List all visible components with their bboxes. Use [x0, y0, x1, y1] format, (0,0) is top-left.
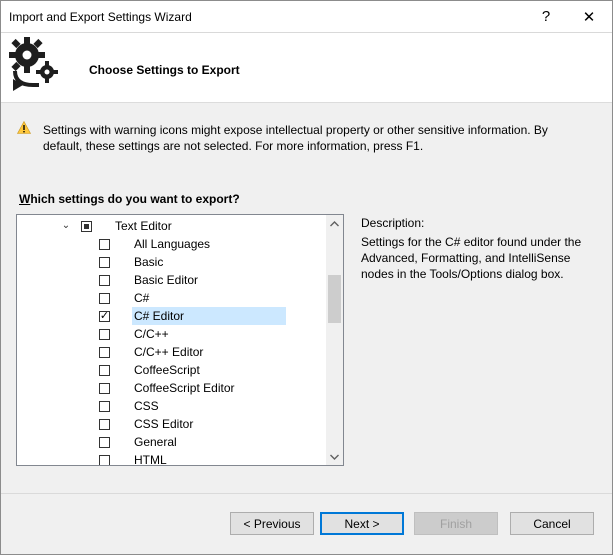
checkbox[interactable]: [99, 275, 110, 286]
tree-item[interactable]: C#: [17, 289, 325, 307]
checkbox[interactable]: [99, 401, 110, 412]
tree-node-text-editor[interactable]: ⌄ Text Editor: [17, 217, 325, 235]
scroll-up-arrow-icon[interactable]: [326, 215, 343, 232]
checkmark-icon: ✓: [99, 309, 110, 322]
tree-item-label: Basic: [134, 255, 164, 269]
collapse-chevron-icon[interactable]: ⌄: [61, 221, 71, 231]
checkbox[interactable]: [99, 329, 110, 340]
tree-item[interactable]: CoffeeScript Editor: [17, 379, 325, 397]
checkbox[interactable]: [99, 419, 110, 430]
cancel-button[interactable]: Cancel: [510, 512, 594, 535]
checkbox[interactable]: [99, 383, 110, 394]
tree-item-label: CSS Editor: [134, 417, 194, 431]
tree-item-label: C#: [134, 291, 150, 305]
checked-checkbox[interactable]: ✓: [99, 309, 110, 322]
tree-item[interactable]: CSS: [17, 397, 325, 415]
settings-tree[interactable]: ⌄ Text Editor All Languages Basic Basic Ed…: [16, 214, 344, 466]
footer-divider: [1, 493, 612, 494]
tree-item-label: General: [134, 435, 177, 449]
checkbox[interactable]: [99, 257, 110, 268]
scroll-down-arrow-icon[interactable]: [326, 448, 343, 465]
tree-item-label: Basic Editor: [134, 273, 199, 287]
header-banner: Choose Settings to Export: [1, 33, 612, 103]
checkbox[interactable]: [99, 437, 110, 448]
page-title: Choose Settings to Export: [89, 63, 240, 77]
next-button[interactable]: Next >: [320, 512, 404, 535]
tree-item-label: CoffeeScript Editor: [134, 381, 235, 395]
finish-button[interactable]: Finish: [414, 512, 498, 535]
tree-item-label: C/C++ Editor: [134, 345, 204, 359]
scrollbar-thumb[interactable]: [328, 275, 341, 323]
settings-question-label: Which settings do you want to export?: [19, 192, 240, 206]
window-title: Import and Export Settings Wizard: [9, 10, 192, 24]
checkbox[interactable]: [99, 455, 110, 465]
tree-item[interactable]: General: [17, 433, 325, 451]
help-button[interactable]: ?: [526, 1, 566, 32]
tree-item[interactable]: C/C++: [17, 325, 325, 343]
tree-item[interactable]: All Languages: [17, 235, 325, 253]
warning-icon: [17, 121, 31, 134]
tree-item-label: C/C++: [134, 327, 169, 341]
tree-rows: ⌄ Text Editor All Languages Basic Basic Ed…: [17, 217, 325, 466]
checkbox[interactable]: [99, 293, 110, 304]
vertical-scrollbar[interactable]: [326, 215, 343, 465]
gears-export-icon: [9, 37, 58, 91]
checkbox[interactable]: [99, 347, 110, 358]
close-button[interactable]: ✕: [566, 1, 612, 32]
title-bar[interactable]: Import and Export Settings Wizard ? ✕: [1, 1, 612, 33]
checkbox[interactable]: [99, 239, 110, 250]
tree-item[interactable]: ✓ C# Editor: [17, 307, 325, 325]
checkbox[interactable]: [99, 365, 110, 376]
question-text: hich settings do you want to export?: [30, 192, 240, 206]
tree-item-label: CSS: [134, 399, 159, 413]
tree-item[interactable]: Basic Editor: [17, 271, 325, 289]
tree-item[interactable]: CSS Editor: [17, 415, 325, 433]
warning-message: Settings with warning icons might expose…: [43, 123, 548, 153]
tree-item[interactable]: Basic: [17, 253, 325, 271]
previous-button[interactable]: < Previous: [230, 512, 314, 535]
tree-item[interactable]: C/C++ Editor: [17, 343, 325, 361]
tree-item-label: All Languages: [134, 237, 211, 251]
description-text: Settings for the C# editor found under t…: [361, 235, 582, 281]
tri-state-checkbox[interactable]: [81, 221, 92, 232]
description-label: Description:: [361, 216, 425, 230]
tree-item-label: CoffeeScript: [134, 363, 200, 377]
tree-node-label: Text Editor: [115, 219, 172, 233]
tree-item-label: C# Editor: [132, 307, 286, 325]
wizard-window: Import and Export Settings Wizard ? ✕ Ch…: [0, 0, 613, 555]
tree-item-label: HTML: [134, 453, 167, 466]
tree-item[interactable]: CoffeeScript: [17, 361, 325, 379]
tree-item[interactable]: HTML: [17, 451, 325, 466]
mnemonic-letter: W: [19, 192, 31, 206]
